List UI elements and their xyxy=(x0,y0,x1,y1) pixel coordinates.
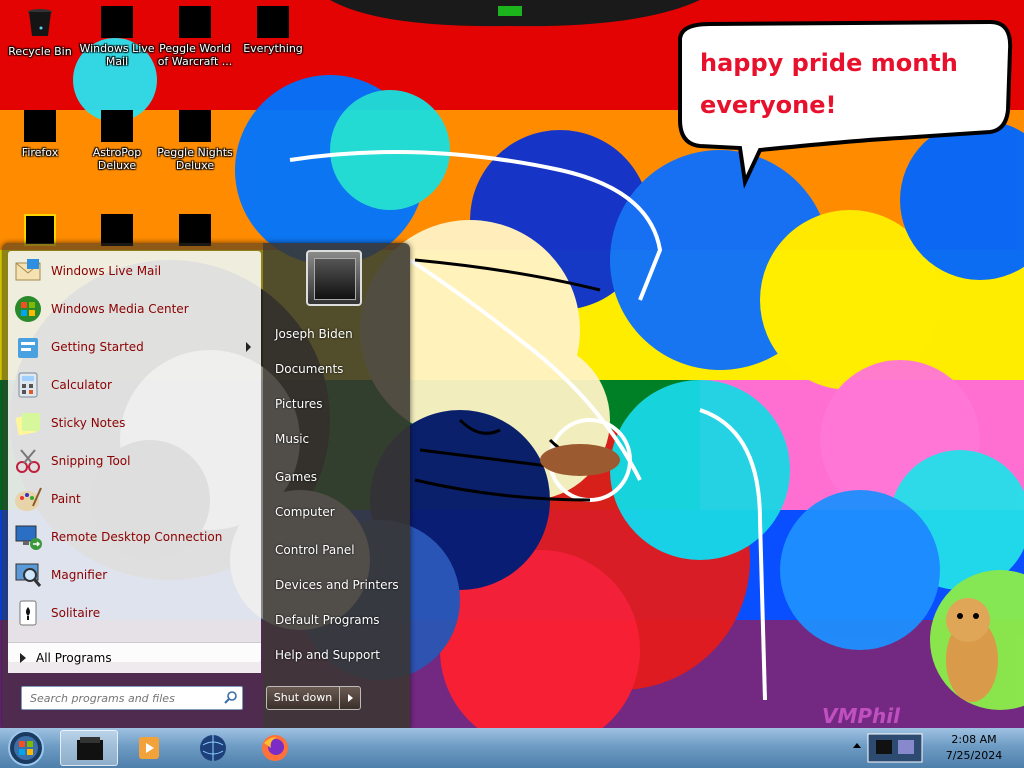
clock-date: 7/25/2024 xyxy=(945,749,1003,762)
start-right-item-devices-printers[interactable]: Devices and Printers xyxy=(275,578,399,592)
globe-icon xyxy=(200,735,226,761)
taskbar-button-browser[interactable] xyxy=(184,730,242,766)
start-right-item-computer[interactable]: Computer xyxy=(275,505,335,519)
all-programs-label: All Programs xyxy=(36,651,112,665)
desktop-icon-label: Recycle Bin xyxy=(8,45,72,58)
clock-time: 2:08 AM xyxy=(951,733,997,746)
taskbar-button-media-player[interactable] xyxy=(120,730,178,766)
program-label: Solitaire xyxy=(51,606,101,620)
start-button[interactable] xyxy=(6,729,46,767)
media-center-icon xyxy=(15,296,41,322)
taskbar-button-window[interactable] xyxy=(60,730,118,766)
app-thumbnail-icon[interactable] xyxy=(866,732,924,764)
game-icon xyxy=(101,214,133,246)
program-label: Magnifier xyxy=(51,568,108,582)
solitaire-icon xyxy=(19,600,37,626)
shutdown-button[interactable]: Shut down xyxy=(266,686,340,710)
start-search-box[interactable] xyxy=(21,686,243,710)
desktop-icon-windows-live-mail[interactable]: Windows Live Mail xyxy=(77,0,157,68)
program-label: Paint xyxy=(51,492,81,506)
search-icon[interactable] xyxy=(224,690,238,704)
desktop-icon-everything[interactable]: Everything xyxy=(233,0,313,55)
desktop-icon-peggle-wow[interactable]: Peggle World of Warcraft ... xyxy=(155,0,235,68)
desktop-icon-firefox[interactable]: Firefox xyxy=(0,104,80,159)
game-icon xyxy=(179,214,211,246)
program-solitaire[interactable]: Solitaire xyxy=(8,595,261,631)
sticky-notes-icon xyxy=(15,413,40,436)
program-label: Sticky Notes xyxy=(51,416,126,430)
scissors-icon xyxy=(16,449,40,473)
submenu-arrow-icon xyxy=(246,342,251,352)
start-menu-programs-pane: Windows Live Mail Windows Media Center G… xyxy=(8,251,261,662)
shutdown-options-button[interactable] xyxy=(339,686,361,710)
firefox-icon xyxy=(262,735,288,761)
desktop-icon-label: AstroPop Deluxe xyxy=(92,146,142,172)
start-right-item-help-support[interactable]: Help and Support xyxy=(275,648,380,662)
desktop-icon-partial[interactable] xyxy=(155,208,235,246)
paint-palette-icon xyxy=(15,487,42,511)
desktop-icon-label: Everything xyxy=(243,42,303,55)
program-getting-started[interactable]: Getting Started xyxy=(8,329,261,365)
desktop-icon-partial[interactable] xyxy=(77,208,157,246)
desktop-icon-label: Windows Live Mail xyxy=(79,42,155,68)
program-sticky-notes[interactable]: Sticky Notes xyxy=(8,405,261,441)
recycle-bin-icon xyxy=(28,9,52,36)
program-calculator[interactable]: Calculator xyxy=(8,367,261,403)
magnifier-icon xyxy=(15,563,42,587)
start-search-input[interactable] xyxy=(28,689,212,707)
show-hidden-icons-icon[interactable] xyxy=(852,740,862,752)
astropop-icon xyxy=(101,110,133,142)
start-right-item-default-programs[interactable]: Default Programs xyxy=(275,613,380,627)
speech-line-2: everyone! xyxy=(700,91,837,119)
program-label: Calculator xyxy=(51,378,112,392)
getting-started-icon xyxy=(18,338,38,358)
desktop-icon-astropop[interactable]: AstroPop Deluxe xyxy=(77,104,157,172)
window-app-icon xyxy=(77,737,103,760)
program-label: Getting Started xyxy=(51,340,144,354)
peggle-icon xyxy=(179,6,211,38)
program-label: Windows Live Mail xyxy=(51,264,162,278)
program-remote-desktop[interactable]: Remote Desktop Connection xyxy=(8,519,261,555)
start-right-item-user[interactable]: Joseph Biden xyxy=(275,327,353,341)
all-programs-button[interactable]: All Programs xyxy=(8,642,261,673)
program-label: Windows Media Center xyxy=(51,302,189,316)
program-windows-media-center[interactable]: Windows Media Center xyxy=(8,291,261,327)
start-right-item-control-panel[interactable]: Control Panel xyxy=(275,543,355,557)
start-right-item-music[interactable]: Music xyxy=(275,432,309,446)
desktop-icon-peggle-nights[interactable]: Peggle Nights Deluxe xyxy=(155,104,235,172)
system-clock[interactable]: 2:08 AM 7/25/2024 xyxy=(934,732,1014,764)
desktop-icon-label: Firefox xyxy=(21,146,59,159)
media-player-icon xyxy=(139,737,159,759)
desktop-icon-recycle-bin[interactable]: Recycle Bin xyxy=(0,0,80,58)
program-snipping-tool[interactable]: Snipping Tool xyxy=(8,443,261,479)
start-right-item-games[interactable]: Games xyxy=(275,470,317,484)
program-windows-live-mail[interactable]: Windows Live Mail xyxy=(8,253,261,289)
program-magnifier[interactable]: Magnifier xyxy=(8,557,261,593)
firefox-icon xyxy=(24,110,56,142)
speech-line-1: happy pride month xyxy=(700,49,958,77)
avatar-image xyxy=(314,258,356,300)
start-right-item-documents[interactable]: Documents xyxy=(275,362,343,376)
desktop-icon-label: Peggle Nights Deluxe xyxy=(157,146,233,172)
calculator-icon xyxy=(18,372,38,398)
speech-bubble-text: happy pride month everyone! xyxy=(700,42,958,126)
watermark-text: VMPhil xyxy=(822,704,900,728)
mail-icon xyxy=(101,6,133,38)
game-icon xyxy=(24,214,56,246)
taskbar-button-firefox[interactable] xyxy=(246,730,304,766)
peggle-nights-icon xyxy=(179,110,211,142)
start-right-item-pictures[interactable]: Pictures xyxy=(275,397,323,411)
mail-icon xyxy=(15,259,41,281)
program-label: Snipping Tool xyxy=(51,454,131,468)
search-app-icon xyxy=(257,6,289,38)
remote-desktop-icon xyxy=(15,525,42,550)
expand-arrow-icon xyxy=(20,653,26,663)
program-paint[interactable]: Paint xyxy=(8,481,261,517)
program-label: Remote Desktop Connection xyxy=(51,530,223,544)
desktop-icon-label: Peggle World of Warcraft ... xyxy=(157,42,233,68)
desktop-icon-partial[interactable] xyxy=(0,208,80,246)
user-avatar[interactable] xyxy=(306,250,362,306)
